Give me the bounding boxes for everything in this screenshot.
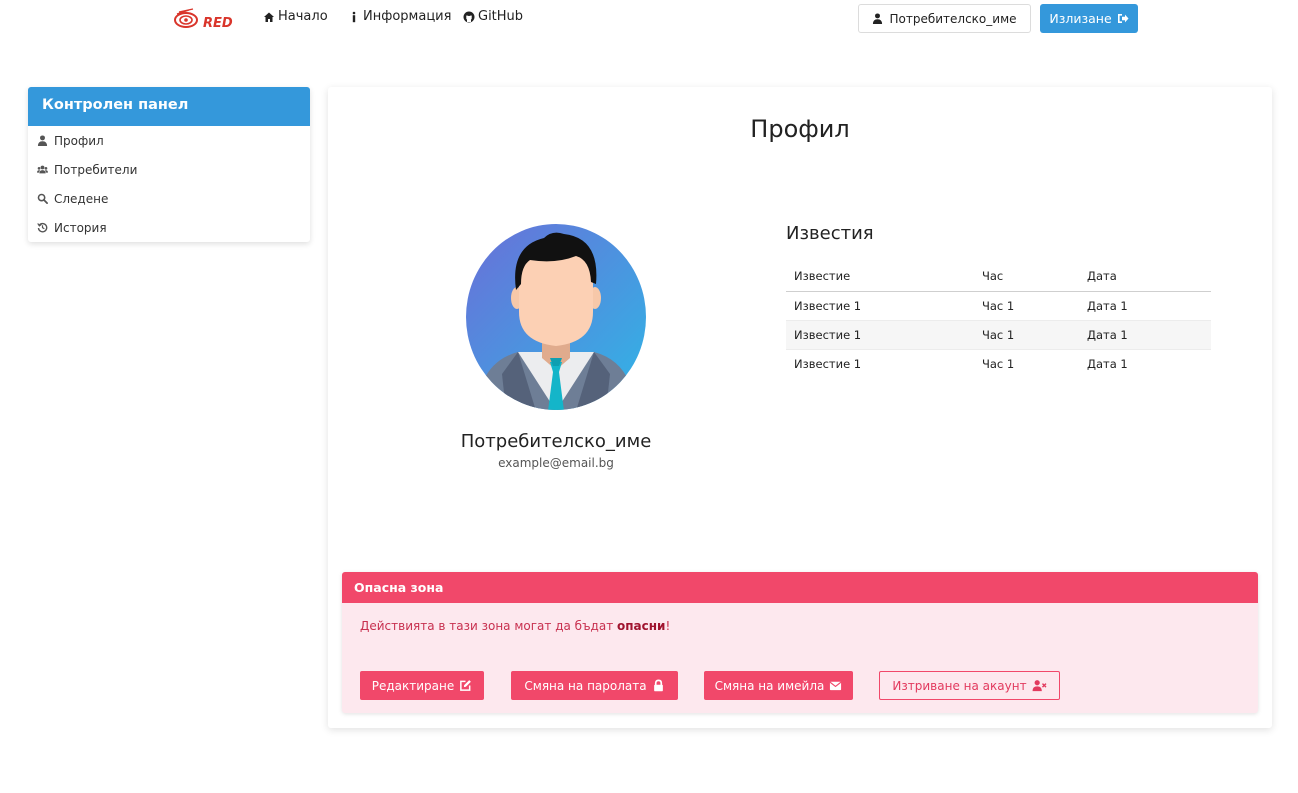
logout-label: Излизане	[1049, 11, 1112, 26]
danger-zone-panel: Опасна зона Действията в тази зона могат…	[342, 572, 1258, 713]
profile-email: example@email.bg	[498, 456, 614, 470]
change-email-button[interactable]: Смяна на имейла	[704, 671, 853, 700]
nav-github-link[interactable]: GitHub	[463, 9, 523, 24]
change-password-button[interactable]: Смяна на паролата	[511, 671, 678, 700]
github-icon	[463, 11, 475, 22]
sidebar-item-label: Профил	[54, 133, 104, 148]
envelope-icon	[830, 681, 842, 691]
sidebar-item-profile[interactable]: Профил	[28, 126, 310, 155]
users-icon	[37, 165, 48, 174]
column-header: Дата	[1079, 261, 1211, 292]
page-title: Профил	[750, 115, 850, 143]
edit-profile-button[interactable]: Редактиране	[360, 671, 484, 700]
sidebar-item-label: Следене	[54, 191, 109, 206]
delete-account-label: Изтриване на акаунт	[892, 678, 1027, 693]
profile-card: Профил Потребителско_име example@email.b…	[328, 87, 1272, 728]
danger-zone-title: Опасна зона	[342, 572, 1258, 603]
profile-username: Потребителско_име	[460, 431, 652, 452]
user-icon	[37, 135, 48, 146]
sidebar-item-tracking[interactable]: Следене	[28, 184, 310, 213]
nav-info-link[interactable]: Информация	[348, 9, 451, 24]
change-password-label: Смяна на паролата	[524, 678, 647, 693]
column-header: Час	[974, 261, 1079, 292]
table-cell: Дата 1	[1079, 348, 1211, 378]
table-cell: Час 1	[974, 290, 1079, 320]
sidebar-item-history[interactable]: История	[28, 213, 310, 242]
danger-zone-warning: Действията в тази зона могат да бъдат оп…	[360, 619, 670, 633]
sidebar-item-label: Потребители	[54, 162, 138, 177]
user-menu-button[interactable]: Потребителско_име	[858, 4, 1031, 33]
table-cell: Известие 1	[786, 290, 974, 320]
control-panel-sidebar: Контролен панел Профил Потребители Следе…	[28, 87, 310, 242]
table-cell: Дата 1	[1079, 290, 1211, 320]
table-row: Известие 1 Час 1 Дата 1	[786, 319, 1211, 349]
search-icon	[37, 193, 48, 204]
edit-profile-label: Редактиране	[371, 678, 455, 693]
nav-home-label: Начало	[278, 9, 328, 24]
change-email-label: Смяна на имейла	[714, 678, 825, 693]
sidebar-item-users[interactable]: Потребители	[28, 155, 310, 184]
info-icon	[352, 11, 356, 22]
delete-account-button[interactable]: Изтриване на акаунт	[879, 671, 1060, 700]
svg-text:RED: RED	[203, 16, 233, 30]
notifications-table: Известие Час Дата Известие 1 Час 1 Дата …	[786, 261, 1211, 378]
sidebar-item-label: История	[54, 220, 107, 235]
user-delete-icon	[1032, 680, 1047, 692]
danger-zone-warning-prefix: Действията в тази зона могат да бъдат	[360, 619, 618, 633]
logout-button[interactable]: Излизане	[1040, 4, 1138, 33]
logo-icon: RED	[174, 8, 233, 31]
nav-home-link[interactable]: Начало	[263, 9, 328, 24]
user-menu-label: Потребителско_име	[889, 11, 1017, 26]
top-navbar: RED Начало Информация GitHub Потребителс…	[0, 0, 1298, 36]
history-icon	[37, 222, 48, 233]
sidebar-title: Контролен панел	[28, 87, 310, 126]
lock-icon	[653, 679, 663, 692]
table-cell: Известие 1	[786, 319, 974, 349]
column-header: Известие	[786, 261, 974, 292]
danger-zone-warning-suffix: !	[665, 619, 671, 633]
table-row: Известие 1 Час 1 Дата 1	[786, 348, 1211, 378]
edit-icon	[460, 680, 472, 691]
avatar-icon	[466, 224, 646, 410]
table-cell: Известие 1	[786, 348, 974, 378]
sign-out-icon	[1117, 14, 1129, 23]
danger-zone-warning-bold: опасни	[617, 619, 666, 633]
user-icon	[873, 13, 883, 24]
notifications-title: Известия	[786, 223, 874, 244]
nav-github-label: GitHub	[478, 9, 524, 24]
brand-logo[interactable]: RED	[173, 8, 235, 31]
table-cell: Час 1	[974, 348, 1079, 378]
table-cell: Час 1	[974, 319, 1079, 349]
nav-info-label: Информация	[363, 9, 452, 24]
home-icon	[264, 12, 274, 22]
table-row: Известие 1 Час 1 Дата 1	[786, 290, 1211, 320]
table-header-row: Известие Час Дата	[786, 261, 1211, 292]
table-cell: Дата 1	[1079, 319, 1211, 349]
avatar	[466, 224, 646, 411]
